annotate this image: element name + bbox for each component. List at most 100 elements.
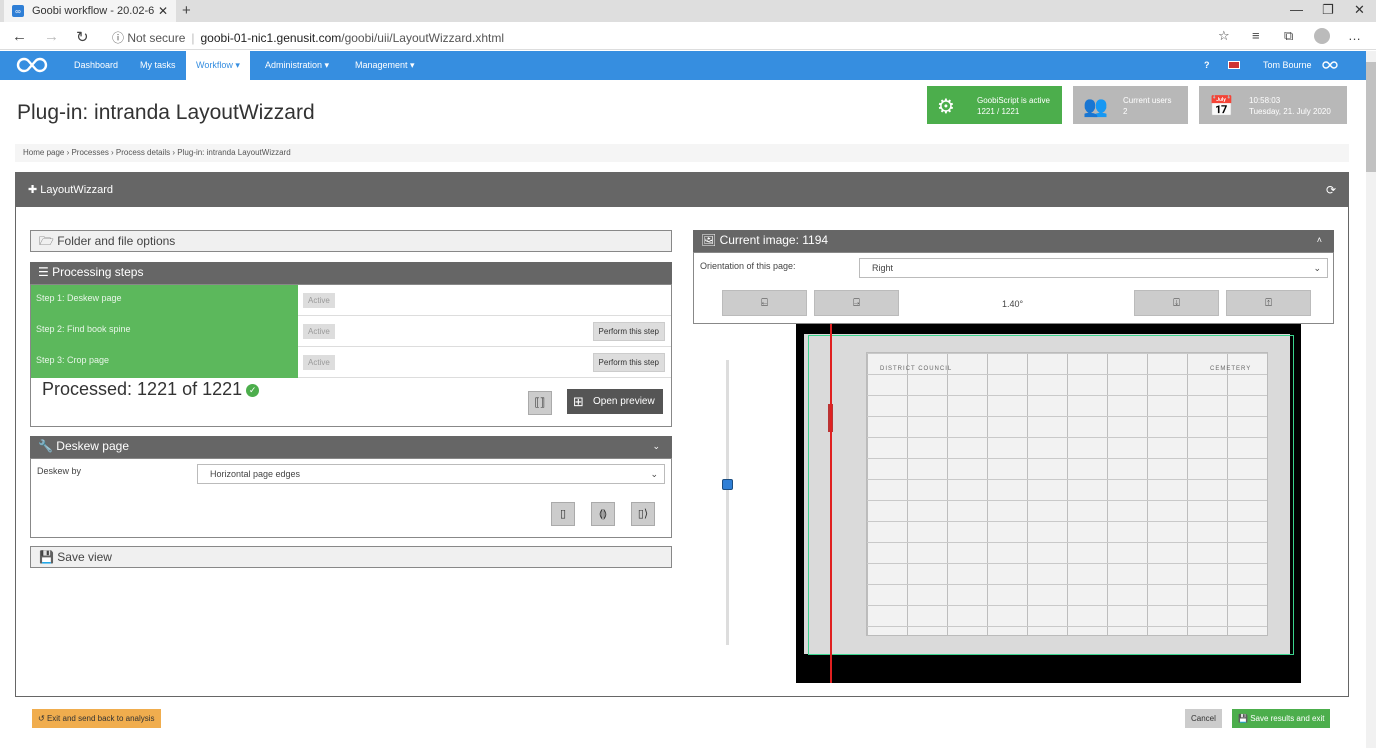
perform-step-button[interactable]: Perform this step (592, 322, 665, 341)
nav-management[interactable]: Management ▾ (355, 51, 415, 80)
rotate-preview-button[interactable]: ⟦⟧ (528, 391, 552, 415)
folder-options-header[interactable]: 🗁 Folder and file options (30, 230, 672, 252)
url-host: goobi-01-nic1.genusit.com (200, 31, 342, 45)
chevron-up-icon[interactable]: ˄ (1317, 230, 1322, 250)
deskew-single-button[interactable]: ▯ (551, 502, 575, 526)
page-scrollbar-thumb[interactable] (1366, 62, 1376, 172)
refresh-icon[interactable]: ⟳ (1326, 173, 1336, 207)
floppy-icon: 💾 (39, 550, 58, 564)
processing-steps-title: Processing steps (52, 265, 144, 279)
nav-administration[interactable]: Administration ▾ (265, 51, 329, 80)
nav-dashboard[interactable]: Dashboard (74, 51, 118, 80)
save-view-title: Save view (57, 550, 112, 564)
processed-count: Processed: 1221 of 1221 (42, 379, 243, 399)
nav-my-tasks[interactable]: My tasks (140, 51, 176, 80)
not-secure-label: Not secure (127, 31, 186, 45)
undo-icon: ↺ (38, 714, 47, 723)
grid-icon: ⊞ (573, 394, 584, 409)
back-icon[interactable]: ← (12, 28, 27, 45)
close-tab-icon[interactable]: ✕ (158, 4, 168, 18)
goobiscript-label: GoobiScript is active (977, 96, 1050, 105)
deskew-rotate-button[interactable]: ⟬⟭ (591, 502, 615, 526)
orientation-value: Right (872, 263, 894, 273)
minimize-icon[interactable]: — (1290, 2, 1303, 17)
processing-steps-header: ☰ Processing steps (30, 262, 672, 284)
flip-down-button[interactable]: ⍗ (1134, 290, 1219, 316)
new-tab-icon[interactable]: + (182, 2, 191, 19)
cancel-button[interactable]: Cancel (1185, 709, 1222, 728)
reload-icon[interactable]: ↻ (76, 28, 89, 46)
zoom-slider-handle[interactable] (722, 479, 733, 490)
language-flag-icon[interactable] (1228, 61, 1240, 69)
orientation-label: Orientation of this page: (700, 261, 796, 271)
spine-line[interactable] (830, 324, 832, 683)
rotate-right-button[interactable]: ⍈ (814, 290, 899, 316)
step-name: Step 2: Find book spine (31, 316, 298, 347)
crop-frame[interactable] (808, 335, 1294, 655)
deskew-body: Deskew by Horizontal page edges ⌄ ▯ ⟬⟭ ▯… (30, 458, 672, 538)
goobiscript-status-box[interactable]: ⚙ GoobiScript is active 1221 / 1221 (927, 86, 1062, 124)
deskew-right-button[interactable]: ▯⟩ (631, 502, 655, 526)
wrench-icon: 🔧 (38, 439, 57, 453)
step-row: Step 2: Find book spine Active Perform t… (31, 316, 671, 347)
perform-step-button[interactable]: Perform this step (592, 353, 665, 372)
collections-icon[interactable]: ⧉ (1284, 28, 1293, 44)
processed-status: Processed: 1221 of 1221 ✓ (42, 379, 260, 400)
step-name: Step 3: Crop page (31, 347, 298, 378)
restore-icon[interactable]: ❐ (1322, 2, 1334, 18)
step-row: Step 1: Deskew page Active (31, 285, 671, 316)
deskew-header[interactable]: 🔧 Deskew page ⌄ (30, 436, 672, 458)
processing-steps-body: Step 1: Deskew page Active Step 2: Find … (30, 284, 672, 427)
exit-send-back-button[interactable]: ↺ Exit and send back to analysis (32, 709, 161, 728)
current-users-box[interactable]: 👥 Current users 2 (1073, 86, 1188, 124)
zoom-slider-track[interactable] (726, 360, 729, 645)
more-icon[interactable]: … (1348, 28, 1361, 43)
nav-workflow[interactable]: Workflow ▾ (186, 51, 250, 80)
deskew-angle: 1.40° (1002, 299, 1024, 309)
user-menu[interactable]: Tom Bourne (1263, 51, 1312, 80)
info-icon: ⓘ (112, 31, 128, 45)
favorite-star-icon[interactable]: ☆ (1218, 28, 1230, 44)
check-circle-icon: ✓ (246, 383, 260, 397)
browser-tab-title: Goobi workflow - 20.02-6 (32, 5, 155, 17)
save-view-header[interactable]: 💾 Save view (30, 546, 672, 568)
help-icon[interactable]: ? (1204, 51, 1210, 80)
list-icon: ☰ (38, 265, 53, 279)
browser-tabbar: ∞ Goobi workflow - 20.02-6 ✕ + — ❐ ✕ (0, 0, 1376, 22)
deskew-title: Deskew page (56, 439, 129, 453)
puzzle-icon: ✚ (28, 184, 41, 196)
profile-icon[interactable] (1314, 28, 1330, 44)
url-field[interactable]: ⓘ Not secure | goobi-01-nic1.genusit.com/g… (112, 29, 504, 46)
app-navbar: Dashboard My tasks Workflow ▾ Administra… (0, 51, 1366, 80)
breadcrumb[interactable]: Home page › Processes › Process details … (15, 144, 1349, 162)
flip-up-button[interactable]: ⍐ (1226, 290, 1311, 316)
current-users-label: Current users (1123, 96, 1172, 105)
goobiscript-count: 1221 / 1221 (977, 107, 1020, 116)
users-icon: 👥 (1083, 96, 1108, 118)
close-window-icon[interactable]: ✕ (1354, 2, 1365, 18)
gear-icon: ⚙ (937, 96, 955, 118)
favorites-bar-icon[interactable]: ≡ (1252, 28, 1260, 43)
open-preview-label: Open preview (593, 396, 655, 407)
chevron-down-icon: ⌄ (650, 469, 658, 479)
current-image-title: Current image: 1194 (719, 233, 829, 247)
rotate-left-button[interactable]: ⍇ (722, 290, 807, 316)
folder-options-title: Folder and file options (57, 234, 176, 248)
orientation-select[interactable]: Right ⌄ (859, 258, 1328, 278)
goobi-logo-icon[interactable] (16, 57, 48, 73)
url-path: /goobi/uii/LayoutWizzard.xhtml (341, 31, 504, 45)
goobi-favicon-icon: ∞ (12, 5, 24, 17)
browser-tab[interactable]: ∞ Goobi workflow - 20.02-6 ✕ (4, 0, 176, 22)
chevron-down-icon: ⌄ (1313, 263, 1321, 273)
image-icon: 🖼 (701, 233, 720, 247)
current-users-count: 2 (1123, 107, 1128, 116)
save-results-exit-button[interactable]: 💾 Save results and exit (1232, 709, 1331, 728)
save-results-label: Save results and exit (1250, 714, 1325, 723)
open-preview-button[interactable]: ⊞ Open preview (567, 389, 663, 414)
deskew-by-label: Deskew by (37, 466, 82, 476)
deskew-by-select[interactable]: Horizontal page edges ⌄ (197, 464, 665, 484)
current-image-header: 🖼 Current image: 1194 ˄ (693, 230, 1334, 252)
chevron-down-icon[interactable]: ⌄ (652, 436, 660, 456)
layoutwizzard-header: ✚ LayoutWizzard ⟳ (16, 173, 1348, 207)
forward-icon[interactable]: → (44, 28, 59, 45)
